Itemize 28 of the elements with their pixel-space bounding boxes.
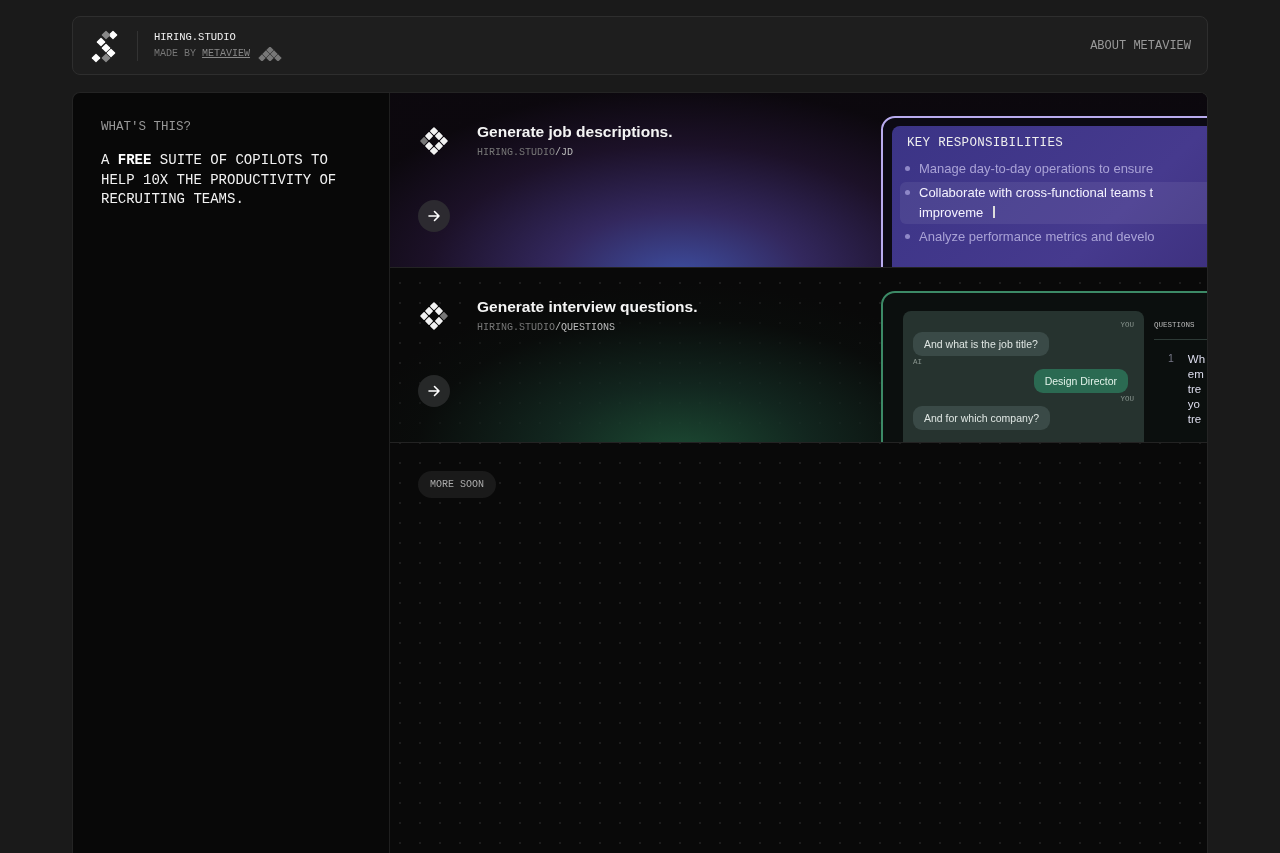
chat-bubble: Design Director: [1033, 369, 1128, 393]
chat-bubble: And for which company?: [913, 406, 1050, 430]
more-soon-badge: MORE SOON: [418, 471, 496, 498]
arrow-button[interactable]: [418, 375, 450, 407]
responsibility-item: Manage day-to-day operations to ensure: [900, 158, 1207, 180]
site-title: HIRING.STUDIO: [154, 30, 237, 43]
section-heading: WHAT'S THIS?: [101, 120, 192, 134]
about-link[interactable]: ABOUT METAVIEW: [1090, 38, 1191, 53]
arrow-button[interactable]: [418, 200, 450, 232]
diamond-cluster-icon: [258, 46, 283, 61]
diamond-cluster-icon: [418, 125, 450, 157]
made-by-link[interactable]: METAVIEW: [202, 48, 251, 59]
responsibility-item: Analyze performance metrics and develo: [900, 226, 1207, 248]
tool-card[interactable]: Generate job descriptions. HIRING.STUDIO/JD KEY RESPONSIBILITIES Manage day-to-day operations to ensure Collaborate with cross-functional teams t improveme Analyze performance metrics and develo: [390, 93, 1207, 268]
arrow-right-icon: [427, 209, 441, 223]
tool-url: HIRING.STUDIO/QUESTIONS: [477, 322, 616, 333]
chat-bubble: And what is the job title?: [913, 332, 1049, 356]
tool-title: Generate job descriptions.: [477, 123, 673, 141]
tool-title: Generate interview questions.: [477, 298, 698, 316]
question-number: 1: [1168, 352, 1174, 366]
made-by-label: MADE BY: [154, 48, 196, 59]
responsibility-item: Collaborate with cross-functional teams t improveme: [900, 182, 1207, 224]
preview-heading: KEY RESPONSIBILITIES: [907, 136, 1065, 150]
arrow-right-icon: [427, 384, 441, 398]
diamond-cluster-icon: [418, 300, 450, 332]
tool-url: HIRING.STUDIO/JD: [477, 147, 574, 158]
intro-text: A FREE SUITE OF COPILOTS TO HELP 10X THE PRODUCTIVITY OF RECRUITING TEAMS.: [101, 151, 338, 209]
question-text: Wh em tre yo tre: [1187, 352, 1206, 427]
